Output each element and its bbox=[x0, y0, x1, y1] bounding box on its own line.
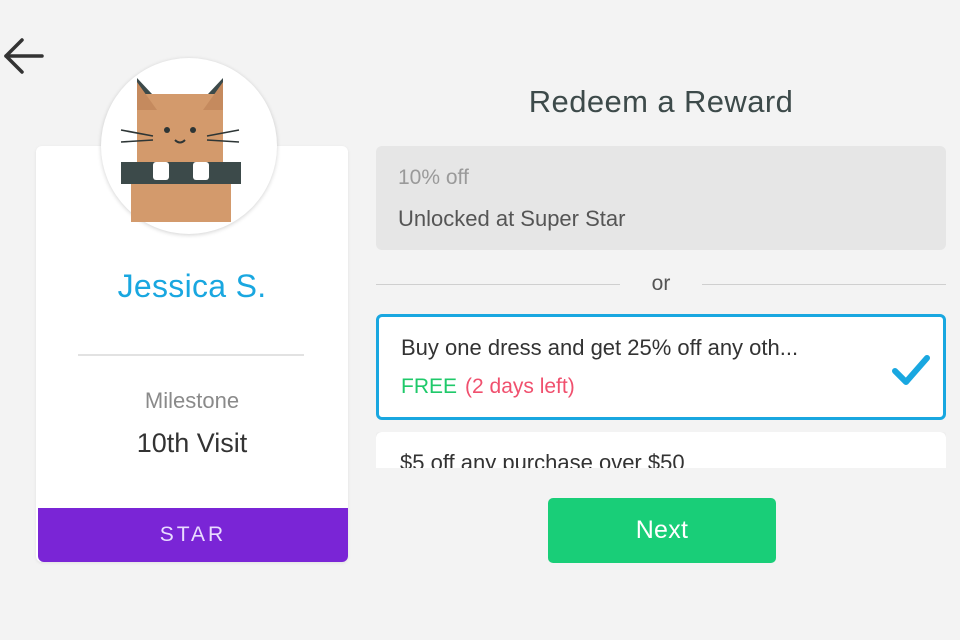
milestone-label: Milestone bbox=[144, 388, 240, 413]
milestone-value: 10th Visit bbox=[136, 428, 248, 458]
reward-title: Buy one dress and get 25% off any oth... bbox=[401, 335, 799, 360]
reward-expiry: (2 days left) bbox=[465, 375, 575, 398]
cat-avatar-icon bbox=[120, 78, 241, 222]
reward-price: FREE bbox=[401, 375, 458, 398]
arrow-left-icon bbox=[4, 38, 44, 74]
next-button[interactable]: Next bbox=[548, 498, 776, 563]
back-button[interactable] bbox=[0, 28, 48, 84]
avatar bbox=[101, 58, 277, 234]
tier-badge: STAR bbox=[38, 508, 348, 562]
page-title: Redeem a Reward bbox=[528, 84, 794, 119]
reward-title: $5 off any purchase over $50 bbox=[376, 432, 946, 468]
reward-option[interactable]: $5 off any purchase over $50 bbox=[376, 432, 946, 468]
reward-option-selected[interactable]: Buy one dress and get 25% off any oth...… bbox=[376, 314, 946, 420]
checkmark-icon bbox=[892, 355, 930, 385]
or-separator: or bbox=[376, 272, 946, 298]
divider bbox=[78, 354, 304, 356]
reward-unlock-note: Unlocked at Super Star bbox=[398, 206, 626, 231]
divider-right bbox=[702, 284, 946, 285]
member-name: Jessica S. bbox=[117, 268, 267, 304]
redeem-reward-screen: Jessica S. Milestone 10th Visit STAR Red… bbox=[0, 0, 960, 640]
reward-meta: FREE (2 days left) bbox=[401, 375, 921, 399]
reward-title: 10% off bbox=[398, 166, 469, 189]
reward-option-locked: 10% off Unlocked at Super Star bbox=[376, 146, 946, 250]
